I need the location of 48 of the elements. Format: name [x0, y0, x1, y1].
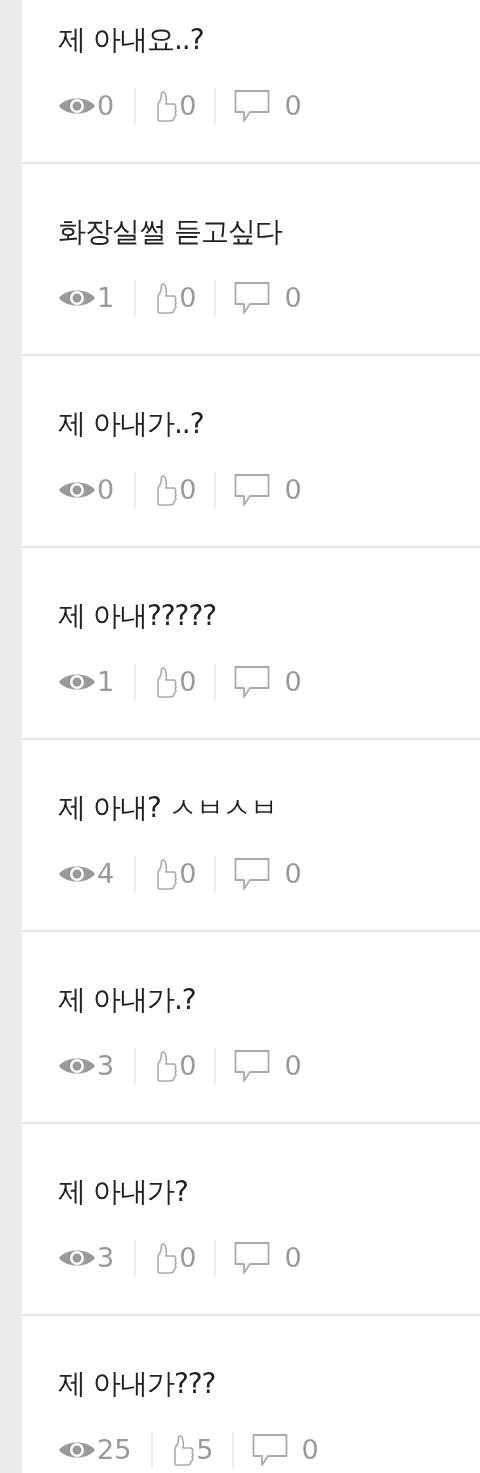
comment-icon — [234, 857, 271, 891]
comment-count: 0 — [284, 282, 302, 314]
comment-icon — [234, 473, 271, 507]
view-count: 1 — [97, 666, 115, 698]
like-count: 0 — [179, 282, 197, 314]
post-title: 제 아내가..? — [58, 406, 205, 442]
comment-icon — [234, 281, 271, 315]
like-count: 0 — [179, 1050, 197, 1082]
like-count: 5 — [196, 1434, 214, 1466]
view-count: 3 — [97, 1242, 115, 1274]
like-count: 0 — [179, 858, 197, 890]
like-count: 0 — [179, 474, 197, 506]
view-count: 4 — [97, 858, 115, 890]
view-count: 0 — [97, 90, 115, 122]
comment-icon — [234, 1049, 271, 1083]
view-count: 3 — [97, 1050, 115, 1082]
view-count: 1 — [97, 282, 115, 314]
comment-count: 0 — [301, 1434, 319, 1466]
thumbs-up-icon — [173, 1434, 196, 1466]
comment-icon — [251, 1433, 288, 1467]
comment-count: 0 — [284, 474, 302, 506]
like-count: 0 — [179, 666, 197, 698]
post-title: 제 아내요..? — [58, 22, 205, 58]
like-count: 0 — [179, 90, 197, 122]
thumbs-up-icon — [156, 282, 179, 314]
comment-count: 0 — [284, 90, 302, 122]
comment-icon — [234, 665, 271, 699]
like-count: 0 — [179, 1242, 197, 1274]
thumbs-up-icon — [156, 90, 179, 122]
thumbs-up-icon — [156, 474, 179, 506]
post-title: 제 아내가.? — [58, 982, 197, 1018]
comment-count: 0 — [284, 1050, 302, 1082]
post-title: 제 아내? ㅅㅂㅅㅂ — [58, 790, 278, 826]
thumbs-up-icon — [156, 1050, 179, 1082]
thumbs-up-icon — [156, 666, 179, 698]
comment-icon — [234, 1241, 271, 1275]
comment-count: 0 — [284, 1242, 302, 1274]
comment-count: 0 — [284, 666, 302, 698]
thumbs-up-icon — [156, 858, 179, 890]
post-title: 제 아내????? — [58, 598, 218, 634]
post-title: 제 아내가??? — [58, 1366, 217, 1402]
post-title: 제 아내가? — [58, 1174, 189, 1210]
comment-count: 0 — [284, 858, 302, 890]
thumbs-up-icon — [156, 1242, 179, 1274]
view-count: 0 — [97, 474, 115, 506]
comment-icon — [234, 89, 271, 123]
view-count: 25 — [97, 1434, 132, 1466]
post-title: 화장실썰 듣고싶다 — [58, 214, 284, 250]
